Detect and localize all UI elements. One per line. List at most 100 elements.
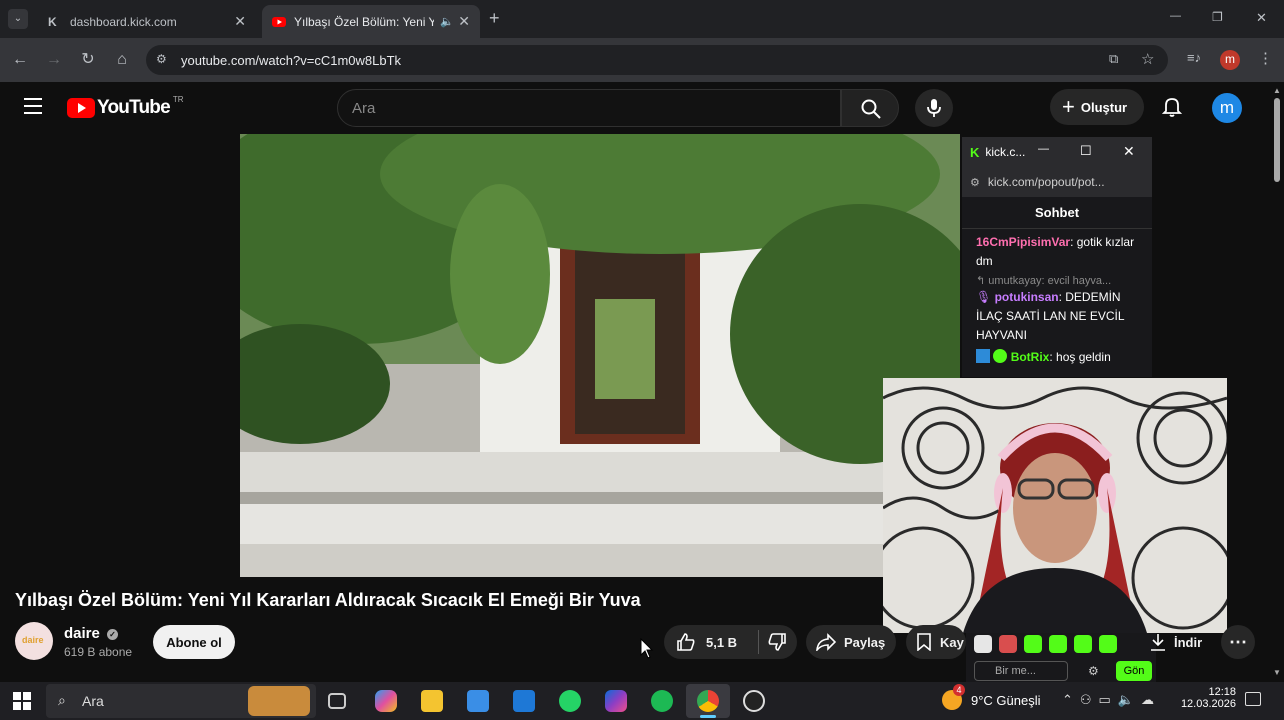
tab-close-icon[interactable]: ✕	[458, 13, 470, 30]
emote-icon[interactable]	[1024, 635, 1042, 653]
save-label: Kay	[940, 634, 964, 650]
chat-badge-icon: 🎙	[976, 290, 992, 304]
taskbar-search-label: Ara	[82, 693, 104, 709]
chat-send-button[interactable]: Gön	[1116, 661, 1152, 681]
like-button[interactable]: 5,1 B	[664, 625, 758, 659]
search-button[interactable]	[841, 89, 899, 127]
profile-avatar[interactable]: m	[1220, 50, 1240, 70]
kick-close-button[interactable]: ✕	[1123, 143, 1135, 160]
task-view-icon[interactable]	[328, 693, 346, 709]
channel-avatar-text: daire	[22, 635, 44, 645]
kick-minimize-button[interactable]: —	[1038, 143, 1049, 155]
chrome-taskbar-item[interactable]	[686, 684, 730, 718]
reload-icon[interactable]: ↻	[77, 49, 99, 71]
chat-input[interactable]: Bir me...	[974, 661, 1068, 681]
dislike-button[interactable]	[759, 625, 787, 659]
microphone-icon	[927, 99, 941, 117]
mail-icon[interactable]	[513, 690, 535, 712]
channel-name-text: daire	[64, 625, 100, 642]
install-app-icon[interactable]: ⧉	[1109, 51, 1118, 67]
whatsapp-icon[interactable]	[559, 690, 581, 712]
system-tray-icons[interactable]: ⌃⚇▭🔈☁	[1062, 692, 1161, 708]
emote-icon[interactable]	[974, 635, 992, 653]
page-scrollbar[interactable]: ▲ ▼	[1270, 82, 1284, 682]
microsoft-365-icon[interactable]	[605, 690, 627, 712]
address-bar[interactable]: ⚙ youtube.com/watch?v=cC1m0w8LbTk ⧉ ☆	[146, 45, 1168, 75]
forward-icon[interactable]: →	[43, 49, 65, 71]
weather-badge: 4	[953, 684, 965, 696]
spotify-icon[interactable]	[651, 690, 673, 712]
search-input[interactable]: Ara	[337, 89, 841, 127]
reply-arrow-icon: ↰	[976, 275, 989, 287]
download-button[interactable]: İndir	[1140, 625, 1215, 659]
save-button[interactable]: Kay	[906, 625, 966, 659]
site-info-icon[interactable]: ⚙	[156, 52, 167, 66]
create-label: Oluştur	[1080, 99, 1128, 115]
scroll-up-arrow-icon[interactable]: ▲	[1273, 86, 1281, 95]
taskbar-search-box[interactable]: ⌕ Ara	[46, 684, 316, 718]
tab-label: dashboard.kick.com	[70, 14, 177, 29]
bookmark-icon	[917, 633, 931, 651]
weather-widget[interactable]: 4 9°C Güneşli	[942, 684, 1041, 710]
tab-kick-dashboard[interactable]: K dashboard.kick.com ✕	[38, 5, 256, 38]
restore-button[interactable]: ❐	[1212, 10, 1223, 24]
tab-search-dropdown[interactable]: ⌄	[8, 9, 28, 29]
copilot-icon[interactable]	[375, 690, 397, 712]
chat-reply-reference[interactable]: ↰ umutkayay: evcil hayva...	[962, 271, 1152, 288]
channel-name[interactable]: daire ✓	[64, 625, 119, 642]
media-controls-icon[interactable]: ≡♪	[1187, 50, 1201, 65]
kick-logo-icon: K	[970, 144, 980, 160]
tab-youtube-video[interactable]: Yılbaşı Özel Bölüm: Yeni Yıl 🔈 ✕	[262, 5, 480, 38]
video-player[interactable]	[240, 134, 960, 577]
close-window-button[interactable]: ✕	[1256, 10, 1267, 26]
channel-avatar[interactable]: daire	[15, 622, 53, 660]
user-avatar[interactable]: m	[1212, 93, 1242, 123]
tab-close-icon[interactable]: ✕	[234, 13, 246, 30]
new-tab-button[interactable]: +	[489, 8, 500, 29]
kick-site-info-icon[interactable]: ⚙	[970, 176, 980, 189]
scrollbar-thumb[interactable]	[1274, 98, 1280, 182]
chat-username[interactable]: potukinsan	[995, 290, 1059, 304]
chat-message: BotRix: hoş geldin	[962, 345, 1152, 367]
youtube-logo-text: YouTube	[97, 97, 171, 118]
emote-icon[interactable]	[999, 635, 1017, 653]
windows-start-icon[interactable]	[13, 692, 31, 710]
notification-center-icon[interactable]	[1245, 692, 1261, 706]
create-button[interactable]: + Oluştur	[1050, 89, 1144, 125]
chat-settings-icon[interactable]: ⚙	[1088, 664, 1099, 678]
scroll-down-arrow-icon[interactable]: ▼	[1273, 668, 1281, 677]
browser-tabstrip: ⌄ K dashboard.kick.com ✕ Yılbaşı Özel Bö…	[0, 0, 1284, 38]
tab-audio-icon[interactable]: 🔈	[440, 15, 454, 28]
notifications-bell-icon[interactable]	[1161, 96, 1183, 123]
plus-icon: +	[1062, 94, 1075, 119]
browser-menu-icon[interactable]: ⋮	[1258, 49, 1273, 67]
voice-search-button[interactable]	[915, 89, 953, 127]
share-button[interactable]: Paylaş	[806, 625, 896, 659]
emote-icon[interactable]	[1099, 635, 1117, 653]
kick-window-title: kick.c...	[985, 145, 1026, 159]
clock[interactable]: 12:18 12.03.2026	[1174, 686, 1236, 710]
subscribe-button[interactable]: Abone ol	[153, 625, 235, 659]
emote-row	[966, 633, 1156, 655]
chat-username[interactable]: 16CmPipisimVar	[976, 235, 1070, 249]
home-icon[interactable]: ⌂	[111, 49, 133, 71]
youtube-logo[interactable]: YouTube TR	[67, 94, 184, 119]
emote-icon[interactable]	[1049, 635, 1067, 653]
emote-icon[interactable]	[1074, 635, 1092, 653]
chat-username[interactable]: BotRix	[1011, 350, 1050, 364]
obs-icon[interactable]	[743, 690, 765, 712]
hamburger-menu-icon[interactable]	[24, 98, 42, 114]
more-actions-button[interactable]: ⋯	[1221, 625, 1255, 659]
minimize-button[interactable]: —	[1170, 10, 1181, 22]
clock-time: 12:18	[1208, 686, 1236, 698]
kick-url-bar[interactable]: ⚙ kick.com/popout/pot...	[962, 167, 1152, 197]
kick-maximize-button[interactable]: ☐	[1080, 143, 1092, 159]
bookmark-star-icon[interactable]: ☆	[1141, 50, 1154, 68]
file-explorer-icon[interactable]	[421, 690, 443, 712]
chat-input-placeholder: Bir me...	[995, 665, 1036, 677]
region-code: TR	[172, 94, 184, 104]
chat-title: Sohbet	[962, 197, 1152, 229]
microsoft-store-icon[interactable]	[467, 690, 489, 712]
share-arrow-icon	[816, 633, 836, 651]
back-icon[interactable]: ←	[9, 49, 31, 71]
